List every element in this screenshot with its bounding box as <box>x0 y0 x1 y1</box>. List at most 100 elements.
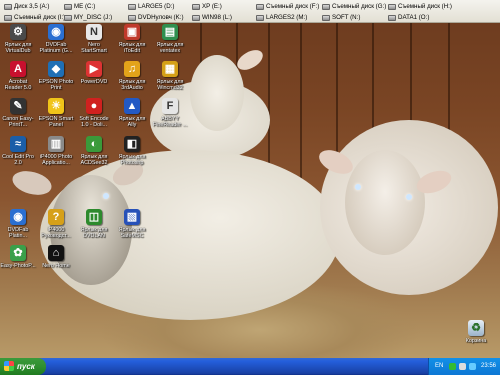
drive-icon <box>192 3 200 10</box>
shortcut-label: Ярлык для iToEdit <box>118 42 146 55</box>
ip4000-photo-icon: ▥ <box>48 136 64 152</box>
language-indicator[interactable]: EN <box>435 363 443 369</box>
drive-icon <box>64 3 72 10</box>
epson-print-icon: ◆ <box>48 61 64 77</box>
goat-eye <box>406 194 412 200</box>
easyphoto-icon: ✿ <box>10 245 26 261</box>
acrobat-icon: A <box>10 61 26 77</box>
wincmd-icon: ▦ <box>162 61 178 77</box>
drive-label: SOFT (N:) <box>332 14 361 21</box>
shortcut-label: Ярлык для Wincmd32 <box>156 79 184 92</box>
abbyy-icon: F <box>162 98 178 114</box>
recycle-bin-label: Корзина <box>465 338 487 344</box>
taskbar: пуск EN 23:56 <box>0 358 500 375</box>
shortcut-label: Ярлык для Photoshp <box>118 154 146 167</box>
shortcut-label: Ярлык для SafeMSC <box>118 227 146 240</box>
start-button[interactable]: пуск <box>0 358 46 375</box>
drive-label: XP (E:) <box>202 3 222 10</box>
nero-home-icon: ⌂ <box>48 245 64 261</box>
drive-icon <box>388 3 396 10</box>
drive-label: ME (C:) <box>74 3 96 10</box>
itoedit-icon: ▣ <box>124 24 140 40</box>
drive-item[interactable]: Съемный диск (F:) <box>256 1 319 12</box>
drive-item[interactable]: DVDНуловч (K:) <box>128 12 184 23</box>
shortcut-label: Nero Home <box>42 263 70 269</box>
shortcut-label: EPSON Photo Print <box>38 79 74 92</box>
shortcut-label: Soft Encode 1.0 - Doli... <box>79 116 109 129</box>
shortcut-label: Canon Easy-PrintT... <box>2 116 34 129</box>
drive-label: Съемный диск (I:) <box>14 14 66 21</box>
desktop-shortcut[interactable]: ▥ iP4000 Photo Applicatio... <box>38 136 74 180</box>
nero-icon: N <box>86 24 102 40</box>
drive-item[interactable]: LARGES2 (M:) <box>256 12 307 23</box>
drive-item[interactable]: Съемный диск (I:) <box>4 12 65 23</box>
desktop-shortcut[interactable]: ◫ Ярлык для DVDLAN <box>76 209 112 253</box>
shortcut-label: Ярлык для VirtualDub <box>4 42 32 55</box>
drive-label: MY_DISC (J:) <box>74 14 113 21</box>
shortcut-label: Acrobat Reader 5.0 <box>4 79 32 92</box>
desktop-shortcut[interactable]: ◐ Ярлык для ACDSee32 <box>76 136 112 180</box>
drive-item[interactable]: Съемный диск (G:) <box>322 1 386 12</box>
desktop-shortcut[interactable]: ⌂ Nero Home <box>38 245 74 289</box>
desktop-shortcut[interactable]: ▧ Ярлык для SafeMSC <box>114 209 150 253</box>
drive-item[interactable]: MY_DISC (J:) <box>64 12 112 23</box>
dvdfab-icon: ◉ <box>48 24 64 40</box>
tray-shield-icon[interactable] <box>449 363 456 370</box>
desktop-shortcut[interactable]: ≈ Cool Edit Pro 2.0 <box>0 136 36 180</box>
drive-item[interactable]: XP (E:) <box>192 1 222 12</box>
epson-panel-icon: ☀ <box>48 98 64 114</box>
clock: 23:56 <box>480 363 496 369</box>
dvdfab-platinum-icon: ◉ <box>10 209 26 225</box>
goat-eye <box>355 184 361 190</box>
shortcut-label: Cool Edit Pro 2.0 <box>2 154 34 167</box>
desktop-shortcut[interactable]: ✿ Easy-PhotoP... <box>0 245 36 289</box>
shortcut-label: DVDFab Platinum (G... <box>39 42 73 55</box>
tray-network-icon[interactable] <box>469 363 476 370</box>
shortcut-label: PowerDVD <box>80 79 108 85</box>
drive-label: Диск 3,5 (A:) <box>14 3 50 10</box>
drive-icon <box>256 14 264 21</box>
tray-volume-icon[interactable] <box>459 363 466 370</box>
goat-eye <box>103 193 109 199</box>
goat-back-head <box>190 55 244 131</box>
drive-item[interactable]: Съемный диск (H:) <box>388 1 452 12</box>
canon-icon: ✎ <box>10 98 26 114</box>
desktop-shortcut[interactable]: ◧ Ярлык для Photoshp <box>114 136 150 180</box>
virtualdub-icon: ⚙ <box>10 24 26 40</box>
shortcut-label: Ярлык для ACDSee32 <box>80 154 108 167</box>
dvdlan-icon: ◫ <box>86 209 102 225</box>
start-label: пуск <box>17 362 35 371</box>
photoshop-icon: ◧ <box>124 136 140 152</box>
drive-label: LARGE5 (D:) <box>138 3 175 10</box>
drive-icon <box>388 14 396 21</box>
drive-label: Съемный диск (H:) <box>398 3 452 10</box>
desktop-shortcut[interactable]: F ABBYY FineReader ... <box>152 98 188 142</box>
shortcut-label: iP4000 Photo Applicatio... <box>39 154 73 167</box>
shortcut-label: Ярлык для DVDLAN <box>80 227 108 240</box>
drive-item[interactable]: ME (C:) <box>64 1 95 12</box>
drive-icon <box>128 14 136 21</box>
shortcut-label: iP4000 Руководст... <box>41 227 71 240</box>
shortcut-label: Ярлык для Ally <box>118 116 146 129</box>
drive-item[interactable]: SOFT (N:) <box>322 12 360 23</box>
drive-item[interactable]: LARGE5 (D:) <box>128 1 174 12</box>
drive-icon <box>4 14 12 21</box>
drive-item[interactable]: DATA1 (O:) <box>388 12 429 23</box>
desktop-wallpaper <box>0 0 500 358</box>
audio-icon: ♫ <box>124 61 140 77</box>
shortcut-label: DVDFab Platin... <box>7 227 29 240</box>
ventatex-icon: ▤ <box>162 24 178 40</box>
acdsee-icon: ◐ <box>86 136 102 152</box>
drive-icon <box>64 14 72 21</box>
ally-icon: ▲ <box>124 98 140 114</box>
drive-item[interactable]: Диск 3,5 (A:) <box>4 1 49 12</box>
softencode-icon: ● <box>86 98 102 114</box>
drive-icon <box>4 3 12 10</box>
drive-item[interactable]: WIN98 (L:) <box>192 12 232 23</box>
powerdvd-icon: ▶ <box>86 61 102 77</box>
cooledit-icon: ≈ <box>10 136 26 152</box>
shortcut-label: ABBYY FineReader ... <box>152 116 188 129</box>
shortcut-label: EPSON Smart Panel <box>38 116 74 129</box>
drive-label: DVDНуловч (K:) <box>138 14 184 21</box>
system-tray: EN 23:56 <box>428 358 500 375</box>
